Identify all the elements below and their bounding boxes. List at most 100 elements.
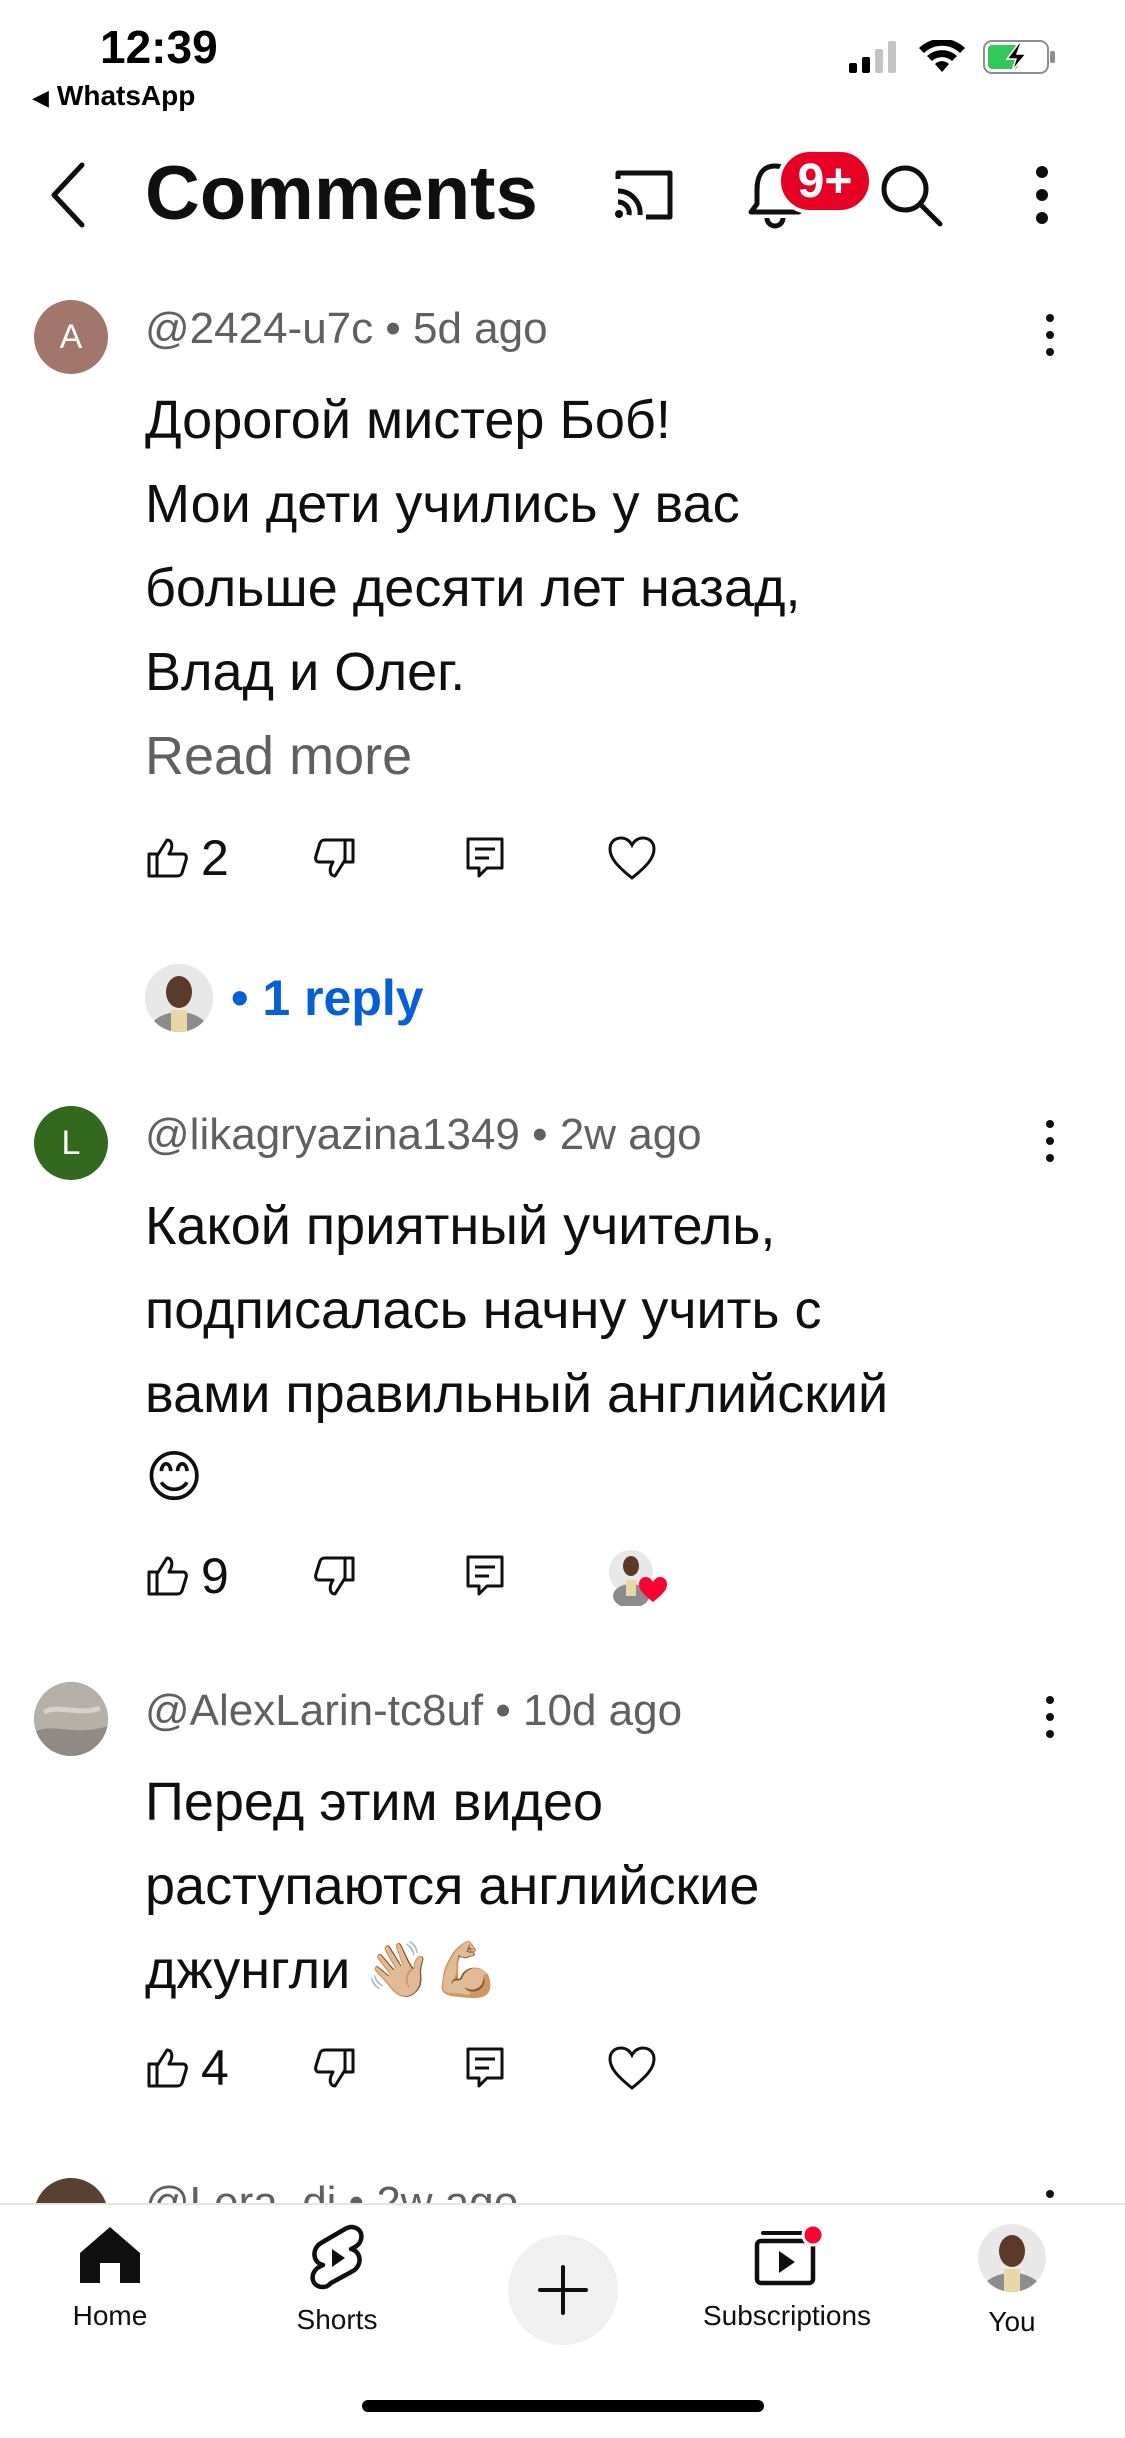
like-count: 4	[201, 2040, 229, 2096]
top-app-bar: Comments 9+	[0, 140, 1125, 250]
user-avatar-image	[34, 1682, 108, 1756]
comment-age: 5d ago	[413, 304, 548, 353]
thumbs-up-icon	[147, 838, 188, 878]
nav-you[interactable]: You	[912, 2223, 1112, 2338]
like-count: 9	[201, 1548, 229, 1604]
comment-age: 10d ago	[523, 1686, 683, 1735]
profile-avatar-icon	[978, 2224, 1046, 2292]
home-indicator[interactable]	[362, 2400, 764, 2412]
comment-line-emoji: 😊	[145, 1445, 204, 1510]
read-more-link[interactable]: Read more	[145, 714, 1045, 798]
nav-home[interactable]: Home	[10, 2223, 210, 2332]
wifi-icon	[919, 40, 965, 72]
reply-button[interactable]	[465, 828, 505, 888]
comment-line: Влад и Олег.	[145, 642, 466, 702]
comment-menu-icon[interactable]	[1040, 1692, 1060, 1742]
like-button[interactable]: 4	[145, 2038, 229, 2098]
comment-line: подписалась начну учить с	[145, 1280, 822, 1340]
comment-line: вами правильный английский	[145, 1364, 889, 1424]
back-to-app-link[interactable]: ◀ WhatsApp	[32, 80, 195, 112]
back-triangle-icon: ◀	[32, 85, 49, 110]
create-button[interactable]	[508, 2235, 618, 2345]
thumbs-down-icon	[314, 2048, 355, 2088]
reply-comment-icon	[466, 837, 504, 878]
search-icon[interactable]	[878, 162, 944, 228]
back-arrow-icon[interactable]	[40, 155, 100, 235]
battery-charging-icon	[983, 40, 1055, 74]
avatar-letter: A	[59, 317, 83, 356]
comment-meta: @2424-u7c • 5d ago	[145, 304, 548, 353]
comment-meta: @likagryazina1349 • 2w ago	[145, 1110, 702, 1159]
avatar-letter: L	[61, 1123, 81, 1162]
comment-actions: 2	[145, 828, 1045, 888]
comment-meta: @AlexLarin-tc8uf • 10d ago	[145, 1686, 683, 1735]
comment-line: Мои дети учились у вас	[145, 474, 740, 534]
reply-button[interactable]	[465, 2038, 505, 2098]
thumbs-up-icon	[147, 2048, 188, 2088]
notification-badge: 9+	[777, 148, 873, 214]
nav-shorts-label: Shorts	[296, 2304, 378, 2335]
comment-age: 2w ago	[376, 2178, 519, 2203]
like-button[interactable]: 2	[145, 828, 229, 888]
cellular-signal-icon	[849, 41, 896, 73]
creator-hearted-icon	[609, 1550, 667, 1606]
dislike-button[interactable]	[313, 2038, 357, 2098]
comment-text: Какой приятный учитель, подписалась начн…	[145, 1184, 1045, 1520]
plus-icon	[538, 2265, 588, 2315]
avatar[interactable]: L	[34, 1106, 108, 1180]
comment-line: раступаются английские	[145, 1856, 760, 1916]
like-button[interactable]: 9	[145, 1546, 229, 1606]
comment-actions: 9	[145, 1546, 1045, 1606]
comment-text: Перед этим видео раступаются английские …	[145, 1760, 1045, 2012]
comment-text: Дорогой мистер Боб! Мои дети учились у в…	[145, 378, 1045, 798]
comment-author[interactable]: @2424-u7c	[145, 304, 373, 353]
more-options-icon[interactable]	[1022, 162, 1062, 228]
dislike-button[interactable]	[313, 1546, 357, 1606]
home-icon	[80, 2227, 140, 2283]
comment-author[interactable]: @AlexLarin-tc8uf	[145, 1686, 483, 1735]
comment-menu-icon[interactable]	[1040, 310, 1060, 360]
heart-icon	[608, 836, 656, 880]
comment-age: 2w ago	[559, 1110, 702, 1159]
status-time: 12:39	[100, 21, 218, 73]
reply-button[interactable]	[465, 1546, 505, 1606]
dislike-button[interactable]	[313, 828, 357, 888]
comment-actions: 4	[145, 2038, 1045, 2098]
comment-line: Какой приятный учитель,	[145, 1196, 776, 1256]
nav-you-label: You	[988, 2306, 1036, 2337]
heart-button[interactable]	[607, 828, 657, 888]
avatar[interactable]: A	[34, 300, 108, 374]
nav-home-label: Home	[72, 2300, 148, 2331]
replies-count[interactable]: • 1 reply	[231, 969, 424, 1027]
comment-menu-icon[interactable]	[1044, 2188, 1056, 2200]
nav-subscriptions[interactable]: Subscriptions	[687, 2223, 887, 2332]
like-count: 2	[201, 830, 229, 886]
comment-author[interactable]: @Lera_di	[145, 2178, 336, 2203]
heart-icon	[608, 2046, 656, 2090]
creator-avatar-image	[145, 964, 213, 1032]
thumbs-down-icon	[314, 838, 355, 878]
status-icons	[849, 40, 1057, 74]
subscriptions-icon	[754, 2223, 825, 2286]
reply-comment-icon	[466, 2047, 504, 2088]
comment-menu-icon[interactable]	[1040, 1116, 1060, 1166]
comment-line: джунгли 👋🏼💪🏼	[145, 1940, 500, 2000]
page-title: Comments	[145, 151, 538, 236]
reply-comment-icon	[466, 1555, 504, 1596]
comment-line: больше десяти лет назад,	[145, 558, 801, 618]
back-app-label: WhatsApp	[56, 80, 196, 111]
nav-subscriptions-label: Subscriptions	[702, 2300, 872, 2331]
shorts-icon	[310, 2224, 364, 2290]
comment-meta: @Lera_di • 2w ago	[145, 2178, 518, 2203]
nav-shorts[interactable]: Shorts	[237, 2223, 437, 2336]
cast-icon[interactable]	[612, 165, 676, 225]
thumbs-up-icon	[147, 1556, 188, 1596]
creator-avatar	[145, 964, 213, 1032]
thumbs-down-icon	[314, 1556, 355, 1596]
avatar[interactable]	[34, 2178, 108, 2203]
creator-heart-badge	[607, 1546, 671, 1606]
comment-author[interactable]: @likagryazina1349	[145, 1110, 520, 1159]
view-replies-button[interactable]: • 1 reply	[145, 964, 424, 1032]
avatar[interactable]	[34, 1682, 108, 1756]
heart-button[interactable]	[607, 2038, 657, 2098]
